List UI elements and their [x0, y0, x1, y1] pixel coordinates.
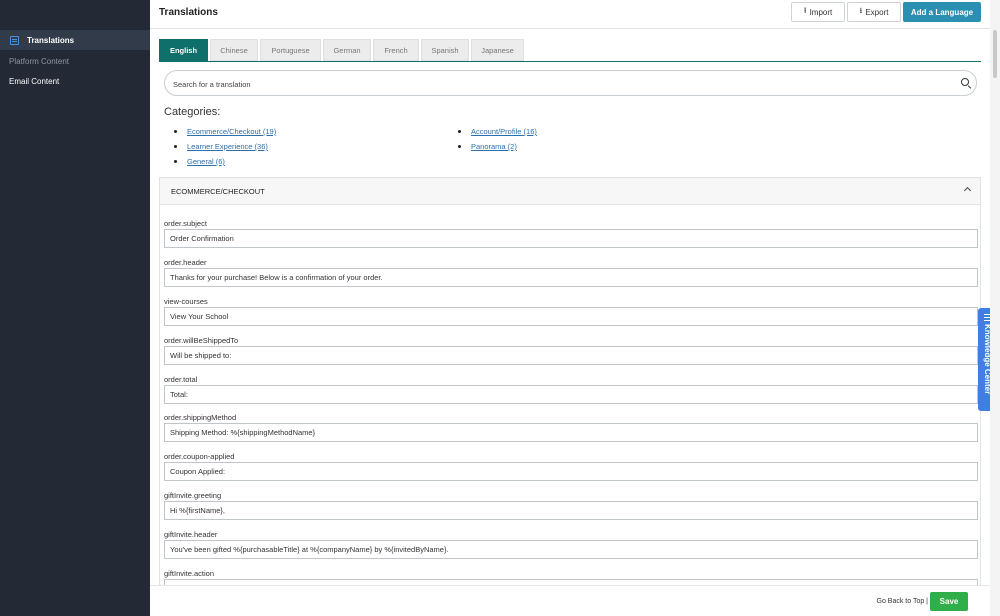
translation-input[interactable]: You've been gifted %{purchasableTitle} a… [164, 540, 978, 559]
upload-icon: ⭱ [803, 6, 807, 15]
scroll-thumb[interactable] [993, 30, 997, 78]
field-label: order.total [164, 375, 198, 384]
translation-input[interactable]: Will be shipped to: [164, 346, 978, 365]
tab-japanese[interactable]: Japanese [471, 39, 524, 61]
sidebar-item-translations[interactable]: Translations [0, 30, 150, 50]
sidebar-item-label: Platform Content [9, 56, 70, 66]
list-icon [10, 36, 19, 45]
category-panel-ecommerce-checkout: ECOMMERCE/CHECKOUT order.subject Order C… [159, 177, 981, 607]
field-label: view-courses [164, 297, 208, 306]
field-label: order.subject [164, 219, 207, 228]
field-label: order.willBeShippedTo [164, 336, 239, 345]
chevron-up-icon[interactable] [963, 186, 972, 195]
sidebar-item-platform-content[interactable]: Platform Content [0, 51, 150, 71]
import-button[interactable]: ⭱ Import [791, 2, 845, 22]
export-button[interactable]: ⭳ Export [847, 2, 901, 22]
translation-input[interactable]: View Your School [164, 307, 978, 326]
scrollbar[interactable] [990, 0, 1000, 616]
import-label: Import [809, 7, 833, 17]
translation-input[interactable]: Total: [164, 385, 978, 404]
sidebar-item-label: Email Content [9, 76, 60, 86]
translation-input[interactable]: Order Confirmation [164, 229, 978, 248]
sidebar: Translations Platform Content Email Cont… [0, 0, 150, 616]
page-title: Translations [159, 7, 218, 18]
search-icon[interactable] [961, 78, 969, 86]
save-button[interactable]: Save [930, 592, 968, 611]
categories-title: Categories: [164, 106, 221, 118]
category-link-account-profile[interactable]: Account/Profile (16) [471, 127, 537, 136]
field-label: order.header [164, 258, 207, 267]
download-icon: ⭳ [859, 6, 863, 15]
bullet [458, 145, 461, 148]
sidebar-item-email-content[interactable]: Email Content [0, 71, 150, 91]
translation-input[interactable]: Shipping Method: %{shippingMethodName} [164, 423, 978, 442]
translation-input[interactable]: Coupon Applied: [164, 462, 978, 481]
category-link-ecommerce-checkout[interactable]: Ecommerce/Checkout (19) [187, 127, 276, 136]
field-label: giftInvite.action [164, 569, 215, 578]
search-input[interactable]: Search for a translation [164, 70, 977, 96]
export-label: Export [865, 7, 889, 17]
bullet [174, 160, 177, 163]
field-label: order.shippingMethod [164, 413, 237, 422]
header-divider [150, 28, 990, 29]
bullet [458, 130, 461, 133]
sidebar-item-label: Translations [27, 35, 75, 45]
field-label: giftInvite.greeting [164, 491, 222, 500]
tab-french[interactable]: French [373, 39, 419, 61]
tab-german[interactable]: German [323, 39, 371, 61]
tab-spanish[interactable]: Spanish [421, 39, 469, 61]
bullet [174, 145, 177, 148]
category-link-general[interactable]: General (6) [187, 157, 225, 166]
panel-title: ECOMMERCE/CHECKOUT [171, 187, 265, 196]
tab-chinese[interactable]: Chinese [210, 39, 258, 61]
tab-underline [159, 61, 981, 62]
field-label: giftInvite.header [164, 530, 218, 539]
tab-portuguese[interactable]: Portuguese [260, 39, 321, 61]
main-content: Translations ⭱ Import ⭳ Export Add a Langu… [150, 0, 990, 616]
category-link-learner-experience[interactable]: Learner Experience (36) [187, 142, 268, 151]
add-language-button[interactable]: Add a Language [903, 2, 981, 22]
search-placeholder: Search for a translation [173, 80, 251, 89]
panel-header[interactable]: ECOMMERCE/CHECKOUT [160, 178, 980, 205]
translation-input[interactable]: Hi %{firstName}, [164, 501, 978, 520]
bullet [174, 130, 177, 133]
field-label: order.coupon-applied [164, 452, 235, 461]
footer-bar: Go Back to Top | Save [150, 585, 990, 616]
back-to-top-link[interactable]: Go Back to Top | [877, 598, 929, 605]
category-link-panorama[interactable]: Panorama (2) [471, 142, 517, 151]
translation-input[interactable]: Thanks for your purchase! Below is a con… [164, 268, 978, 287]
tab-english[interactable]: English [159, 39, 208, 61]
